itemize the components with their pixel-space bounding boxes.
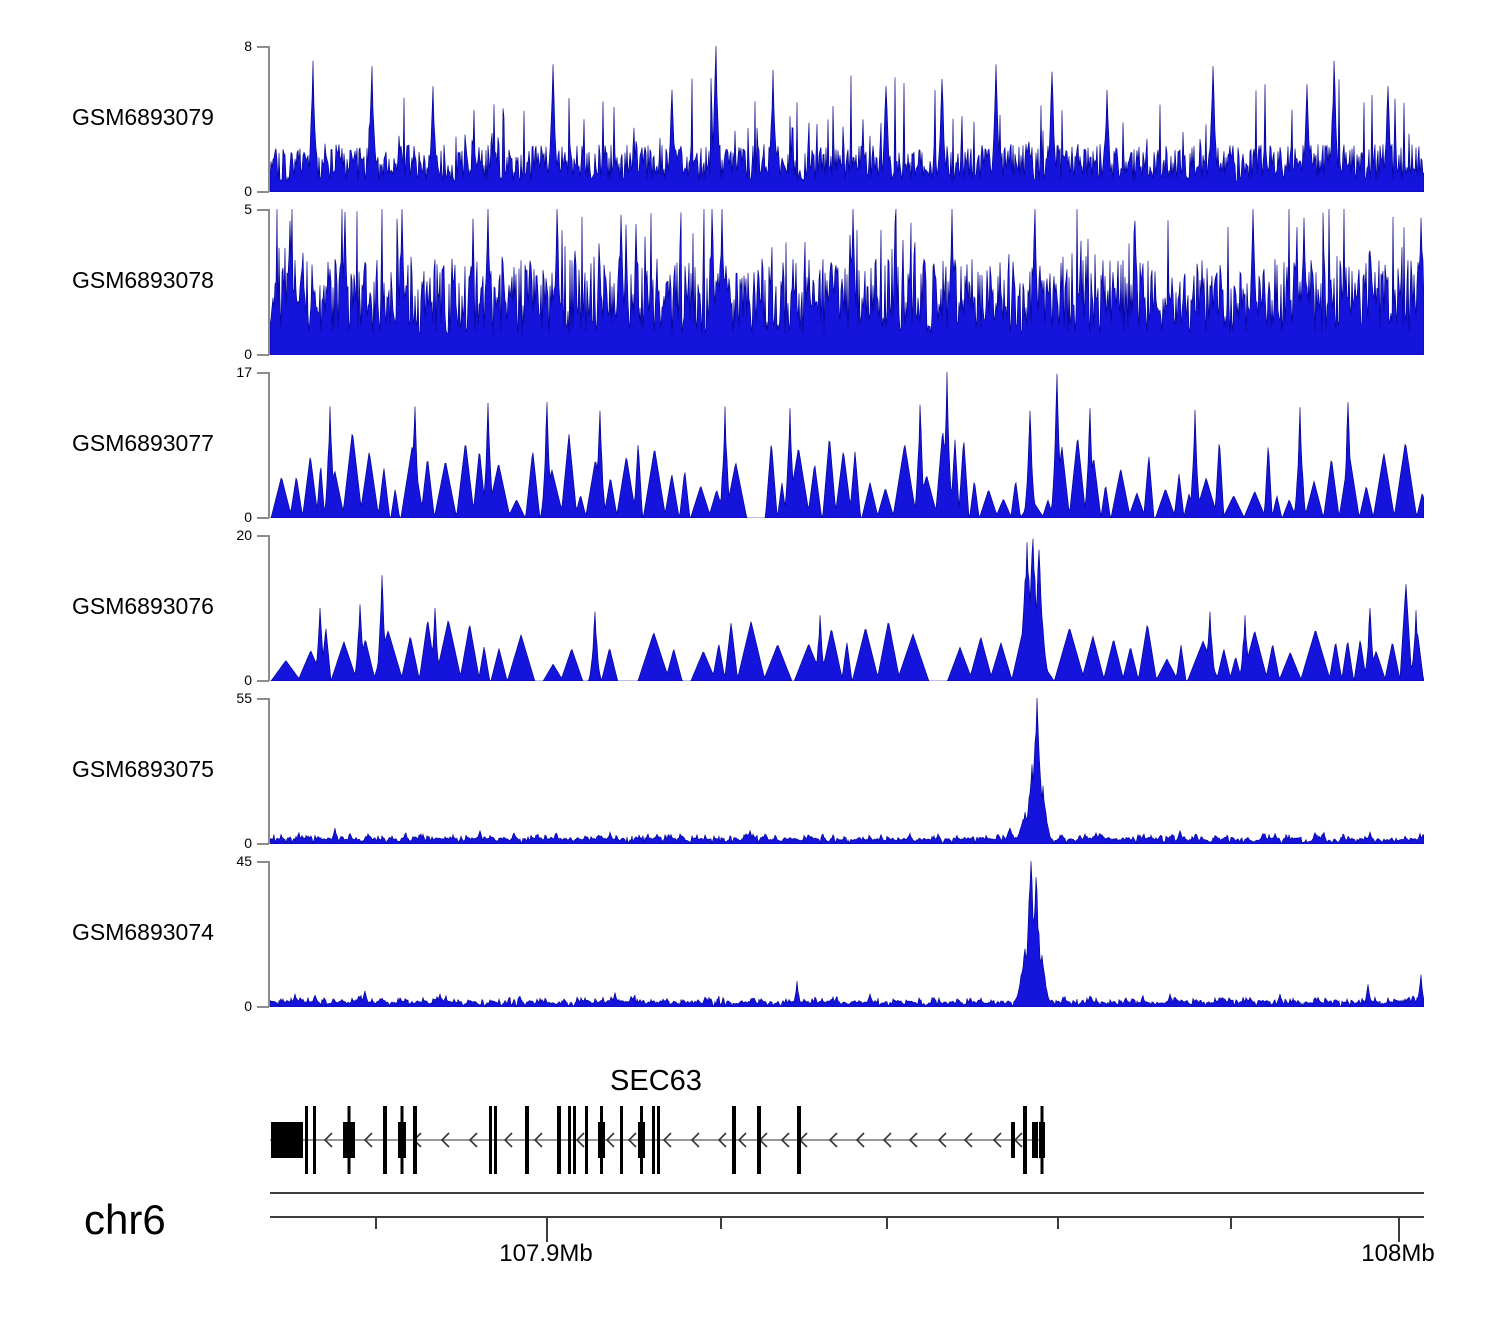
ruler-minor-tick	[886, 1218, 888, 1229]
signal-area	[270, 46, 1424, 192]
gene-exon	[1023, 1106, 1027, 1174]
gene-exon	[489, 1106, 492, 1174]
gene-exon	[1039, 1122, 1045, 1158]
track-label: GSM6893079	[72, 104, 262, 131]
track-ymin-label: 0	[192, 672, 252, 688]
gene-exon	[383, 1106, 387, 1174]
track-ymax-label: 20	[192, 527, 252, 543]
track-ymax-label: 17	[192, 364, 252, 380]
gene-exon	[313, 1106, 316, 1174]
ruler-minor-tick	[1057, 1218, 1059, 1229]
track-ymin-label: 0	[192, 183, 252, 199]
track-ymin-label: 0	[192, 509, 252, 525]
gene-exon	[797, 1106, 801, 1174]
gene-exon	[413, 1106, 417, 1174]
gene-exon	[598, 1122, 605, 1158]
signal-area	[270, 372, 1424, 518]
track-label: GSM6893075	[72, 756, 262, 783]
genome-coverage-figure: GSM6893079 8 0 GSM6893078 5 0 GSM6893077 17 0 GSM…	[0, 0, 1500, 1320]
gene-exon	[732, 1106, 736, 1174]
gene-exon	[494, 1106, 497, 1174]
ruler-axis-line	[270, 1216, 1424, 1218]
gene-exon	[1011, 1122, 1015, 1158]
gene-exon	[1032, 1122, 1038, 1158]
gene-exon	[525, 1106, 529, 1174]
gene-exon	[398, 1122, 406, 1158]
gene-name-label: SEC63	[536, 1065, 776, 1098]
gene-exon	[620, 1106, 623, 1174]
gene-exon	[557, 1106, 561, 1174]
track-label: GSM6893077	[72, 430, 262, 457]
signal-area	[270, 861, 1424, 1007]
ruler-minor-tick	[1230, 1218, 1232, 1229]
gene-exon	[568, 1106, 571, 1174]
gene-exon	[757, 1106, 761, 1174]
chromosome-label: chr6	[84, 1196, 166, 1244]
coverage-signal	[270, 372, 1424, 518]
ruler-major-tick	[1398, 1218, 1400, 1242]
gene-exon	[271, 1122, 303, 1158]
track-label: GSM6893078	[72, 267, 262, 294]
gene-exon	[585, 1106, 588, 1174]
ruler-minor-tick	[375, 1218, 377, 1229]
coverage-signal	[270, 209, 1424, 355]
track-label: GSM6893074	[72, 919, 262, 946]
ruler-minor-tick	[720, 1218, 722, 1229]
signal-area	[270, 698, 1424, 844]
signal-area	[270, 209, 1424, 355]
coverage-signal	[270, 46, 1424, 192]
track-ymax-label: 8	[192, 38, 252, 54]
gene-model-track	[270, 1100, 1430, 1188]
chromosome-line	[270, 1192, 1424, 1194]
coverage-signal	[270, 861, 1424, 1007]
track-ymax-label: 55	[192, 690, 252, 706]
coverage-signal	[270, 698, 1424, 844]
ruler-tick-label: 108Mb	[1298, 1240, 1498, 1268]
ruler-major-tick	[546, 1218, 548, 1242]
signal-area	[270, 539, 1424, 681]
track-ymax-label: 5	[192, 201, 252, 217]
ruler-tick-label: 107.9Mb	[446, 1240, 646, 1268]
track-ymax-label: 45	[192, 853, 252, 869]
gene-exon	[343, 1122, 355, 1158]
gene-exon	[657, 1106, 660, 1174]
track-ymin-label: 0	[192, 835, 252, 851]
gene-exon	[638, 1122, 645, 1158]
track-ymin-label: 0	[192, 346, 252, 362]
track-ymin-label: 0	[192, 998, 252, 1014]
coverage-signal	[270, 535, 1424, 681]
gene-exon	[652, 1106, 655, 1174]
gene-exon	[305, 1106, 308, 1174]
track-label: GSM6893076	[72, 593, 262, 620]
gene-exon	[573, 1106, 576, 1174]
